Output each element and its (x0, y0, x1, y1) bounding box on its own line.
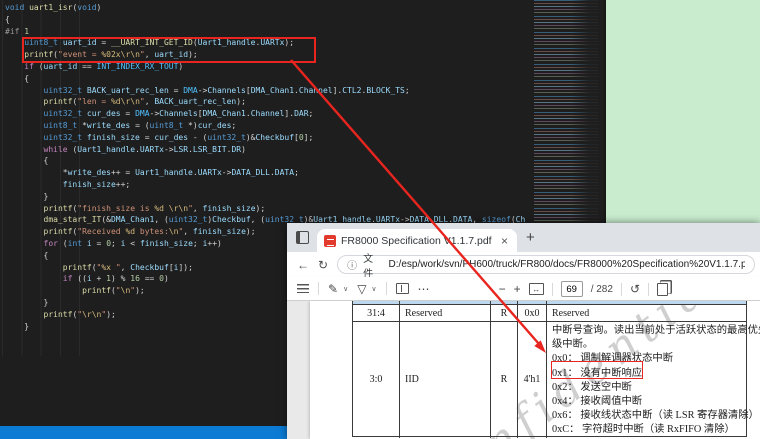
url-field[interactable]: ⓘ 文件 D:/esp/work/svn/PH600/truck/FR800/d… (337, 255, 755, 274)
tab-close-icon[interactable]: × (499, 234, 510, 248)
refresh-icon[interactable]: ↻ (318, 258, 328, 272)
contents-icon[interactable] (297, 284, 309, 294)
browser-tab-bar: FR8000 Specification V1.1.7.pdf × + (287, 223, 760, 252)
zoom-out-icon[interactable]: − (499, 283, 506, 295)
vertical-tabs-icon (296, 231, 309, 244)
page-total-label: / 282 (591, 284, 613, 295)
toolbar-divider (386, 282, 387, 295)
info-icon[interactable]: ⓘ (347, 257, 357, 272)
screenshot-root: void uart1_isr(void){#if 1 uint8_t uart_… (0, 0, 760, 439)
bits-cell: 31:4 (353, 305, 400, 321)
pdf-toolbar: ✎ ∨ ▽ ∨ ⋯ − + ↔ / 282 ↺ (287, 277, 760, 301)
rotate-icon[interactable]: ↺ (630, 283, 640, 295)
pdf-page: Confidential 31:4 Reserved R 0x0 Reserve… (310, 301, 760, 439)
add-text-icon[interactable] (396, 283, 409, 294)
url-scheme-label: 文件 (363, 250, 382, 280)
tab-actions-button[interactable] (293, 229, 311, 247)
chevron-down-icon[interactable]: ∨ (343, 285, 348, 293)
pdf-zoom-page-group: − + ↔ / 282 ↺ (499, 277, 672, 301)
back-icon[interactable]: ← (297, 258, 309, 272)
zoom-in-icon[interactable]: + (514, 283, 521, 295)
page-number-input[interactable] (561, 281, 583, 297)
url-text: D:/esp/work/svn/PH600/truck/FR800/docs/F… (389, 259, 746, 270)
table-row: 31:4 Reserved R 0x0 Reserved (353, 305, 746, 322)
fit-to-width-icon[interactable]: ↔ (529, 283, 544, 295)
green-background-window (606, 0, 760, 224)
address-bar: ← ↻ ⓘ 文件 D:/esp/work/svn/PH600/truck/FR8… (287, 252, 760, 277)
table-row: 3:0 IID R 4'h1 中断号查询。读出当前处于活跃状态的最高优先级中断。… (353, 322, 746, 436)
register-table: 31:4 Reserved R 0x0 Reserved 3:0 IID R 4… (352, 301, 747, 437)
edge-browser-window: FR8000 Specification V1.1.7.pdf × + ← ↻ … (287, 223, 760, 439)
toolbar-divider (648, 283, 649, 296)
name-cell: Reserved (400, 305, 491, 321)
toolbar-divider (318, 282, 319, 295)
pdf-content-area: Confidential 31:4 Reserved R 0x0 Reserve… (287, 301, 760, 439)
toolbar-divider (621, 283, 622, 296)
reset-cell: 0x0 (518, 305, 547, 321)
new-tab-button[interactable]: + (526, 230, 535, 245)
draw-pen-icon[interactable]: ✎ (328, 283, 338, 295)
more-options-icon[interactable]: ⋯ (418, 283, 430, 295)
pdf-file-icon (324, 235, 336, 247)
description-cell: Reserved (547, 305, 746, 321)
access-cell: R (491, 305, 518, 321)
page-view-icon[interactable] (657, 283, 668, 296)
reset-cell: 4'h1 (518, 322, 547, 438)
vscode-status-bar (0, 426, 290, 439)
highlighter-icon[interactable]: ▽ (357, 283, 366, 295)
name-cell: IID (400, 322, 491, 438)
chevron-down-icon[interactable]: ∨ (371, 285, 376, 293)
iid-description-cell: 中断号查询。读出当前处于活跃状态的最高优先级中断。0x0： 调制解调器状态中断0… (547, 322, 746, 438)
tab-title: FR8000 Specification V1.1.7.pdf (341, 235, 494, 247)
pdf-tab[interactable]: FR8000 Specification V1.1.7.pdf × (317, 229, 517, 252)
access-cell: R (491, 322, 518, 438)
bits-cell: 3:0 (353, 322, 400, 438)
toolbar-divider (552, 283, 553, 296)
